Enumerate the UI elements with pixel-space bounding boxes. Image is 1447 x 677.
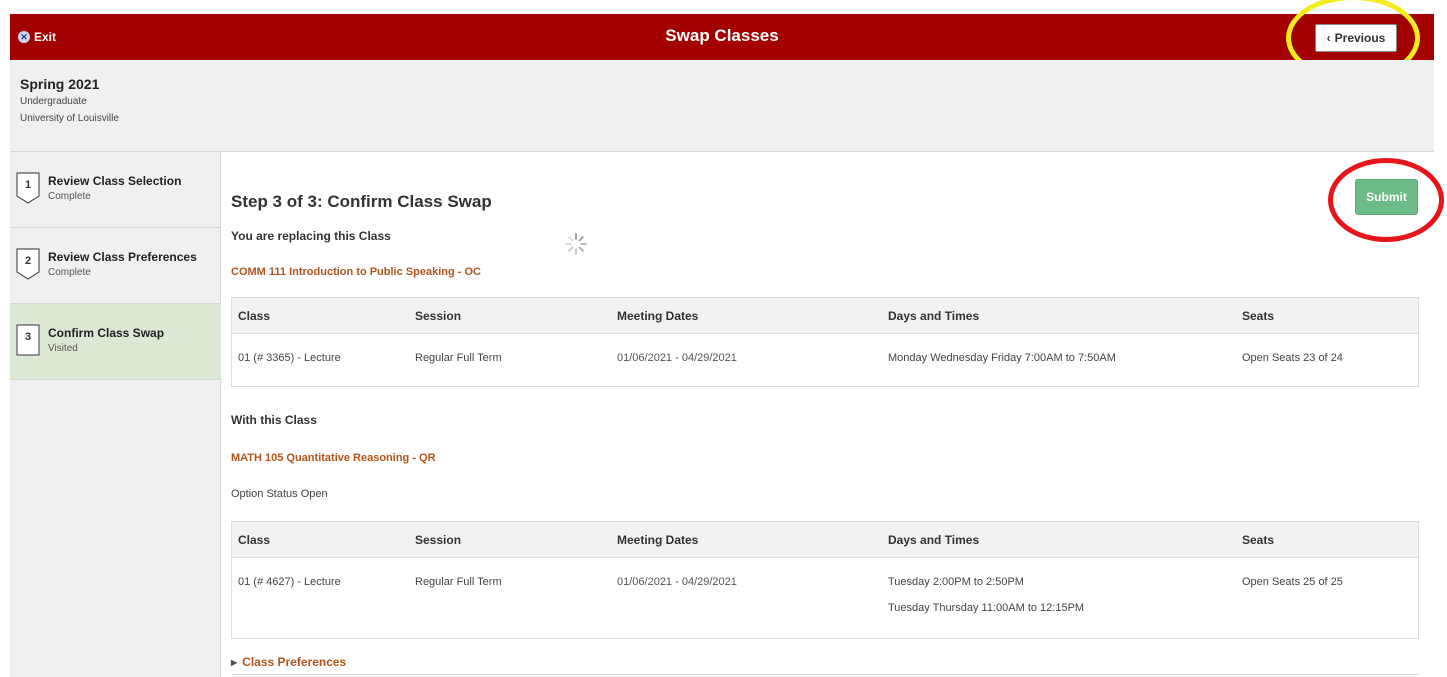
replacing-label: You are replacing this Class [231, 229, 391, 243]
sidebar-step-review-class-preferences[interactable]: 2 Review Class Preferences Complete [10, 228, 221, 304]
class-preferences-label: Class Preferences [242, 655, 347, 669]
with-class-table: Class Session Meeting Dates Days and Tim… [231, 521, 1419, 639]
step-number: 2 [24, 255, 32, 267]
cell-seats: Open Seats 25 of 25 [1242, 576, 1343, 588]
step-heading: Step 3 of 3: Confirm Class Swap [231, 192, 492, 211]
cell-days-times-2: Tuesday Thursday 11:00AM to 12:15PM [888, 602, 1085, 614]
table-header-row: Class Session Meeting Dates Days and Tim… [232, 298, 1418, 334]
header-class: Class [238, 533, 271, 547]
term-banner: Spring 2021 Undergraduate University of … [10, 60, 1434, 152]
header-bar: ✕ Exit Swap Classes ‹ Previous [10, 14, 1434, 60]
header-meeting-dates: Meeting Dates [617, 533, 699, 547]
with-course-link[interactable]: MATH 105 Quantitative Reasoning - QR [231, 452, 436, 464]
cell-class: 01 (# 4627) - Lecture [238, 576, 341, 588]
step-title: Review Class Selection [48, 174, 182, 188]
sidebar-step-review-class-selection[interactable]: 1 Review Class Selection Complete [10, 152, 221, 228]
cell-days-times: Monday Wednesday Friday 7:00AM to 7:50AM [888, 352, 1116, 364]
page-title: Swap Classes [665, 26, 779, 45]
submit-highlight-ring [1328, 158, 1444, 242]
step-status: Complete [48, 267, 91, 278]
cell-days-times: Tuesday 2:00PM to 2:50PM [888, 576, 1024, 588]
class-preferences-toggle[interactable]: ▶ Class Preferences [231, 655, 346, 669]
replacing-class-table: Class Session Meeting Dates Days and Tim… [231, 297, 1419, 387]
header-meeting-dates: Meeting Dates [617, 309, 699, 323]
step-status: Visited [48, 343, 78, 354]
with-label: With this Class [231, 413, 317, 427]
cell-meeting-dates: 01/06/2021 - 04/29/2021 [617, 576, 737, 588]
loading-spinner-icon [565, 233, 587, 255]
header-session: Session [415, 309, 462, 323]
cell-meeting-dates: 01/06/2021 - 04/29/2021 [617, 352, 737, 364]
step-sidebar: 1 Review Class Selection Complete 2 Revi… [10, 152, 221, 677]
divider [231, 674, 1419, 675]
caret-right-icon: ▶ [231, 657, 238, 667]
cell-class: 01 (# 3365) - Lecture [238, 352, 341, 364]
step-title: Review Class Preferences [48, 250, 197, 264]
step-number: 1 [24, 179, 32, 191]
header-seats: Seats [1242, 533, 1275, 547]
term-career: Undergraduate [20, 96, 87, 107]
cell-seats: Open Seats 23 of 24 [1242, 352, 1343, 364]
header-days-times: Days and Times [888, 309, 980, 323]
table-header-row: Class Session Meeting Dates Days and Tim… [232, 522, 1418, 558]
header-session: Session [415, 533, 462, 547]
header-seats: Seats [1242, 309, 1275, 323]
term-name: Spring 2021 [20, 76, 100, 92]
sidebar-step-confirm-class-swap[interactable]: 3 Confirm Class Swap Visited [10, 304, 221, 380]
main-content: Step 3 of 3: Confirm Class Swap Submit Y… [221, 152, 1444, 677]
header-class: Class [238, 309, 271, 323]
step-status: Complete [48, 191, 91, 202]
cell-session: Regular Full Term [415, 576, 502, 588]
header-days-times: Days and Times [888, 533, 980, 547]
option-status: Option Status Open [231, 488, 328, 500]
step-number: 3 [24, 331, 32, 343]
term-institution: University of Louisville [20, 113, 119, 124]
replacing-course-link[interactable]: COMM 111 Introduction to Public Speaking… [231, 266, 481, 278]
step-title: Confirm Class Swap [48, 326, 165, 340]
cell-session: Regular Full Term [415, 352, 502, 364]
